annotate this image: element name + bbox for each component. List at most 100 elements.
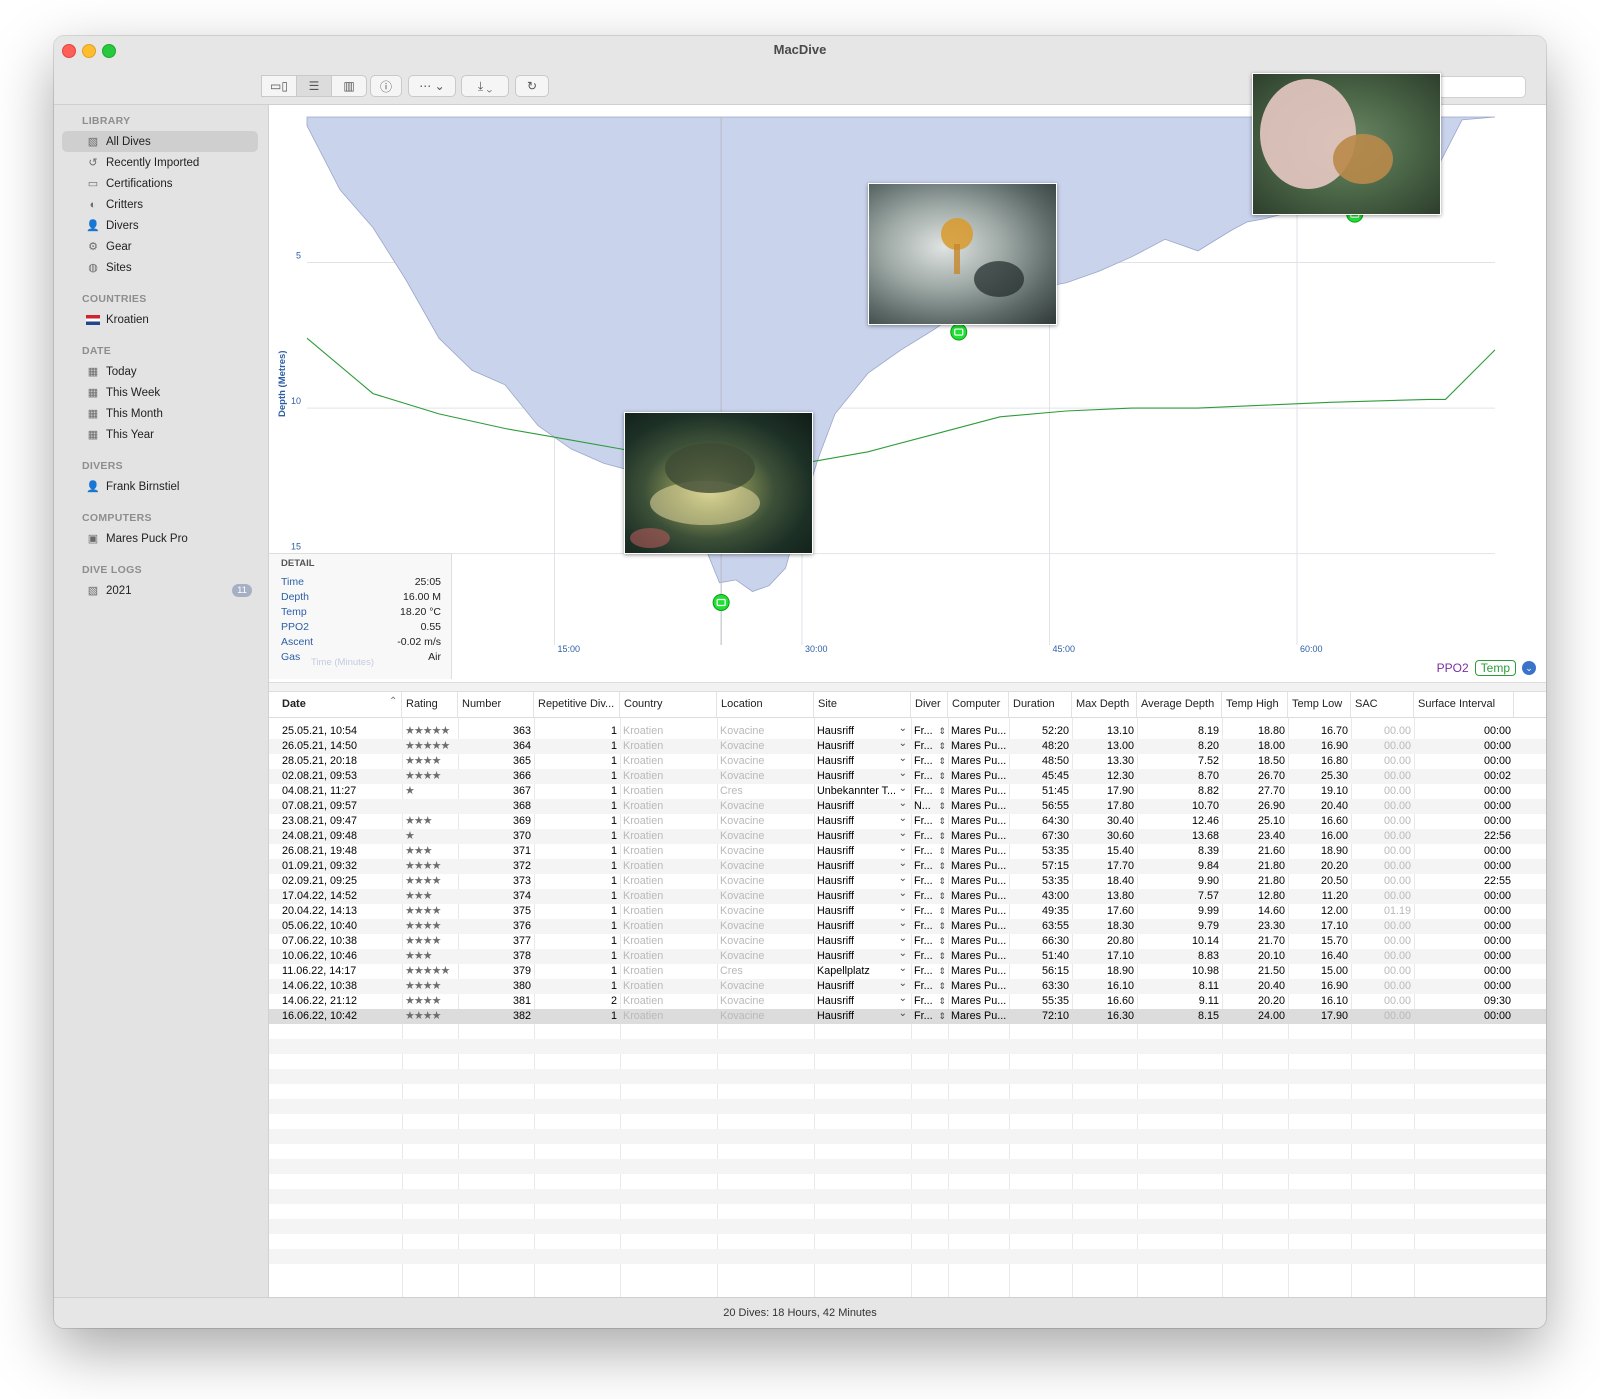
more-menu-button[interactable]: ⋯ ⌄ — [408, 75, 456, 97]
cell-diver[interactable]: Fr... ⇕ — [911, 874, 948, 889]
cell-site[interactable]: Hausriff ⌄ — [814, 754, 911, 769]
cell-diver[interactable]: Fr... ⇕ — [911, 784, 948, 799]
cell-diver[interactable]: Fr... ⇕ — [911, 859, 948, 874]
view-list-button[interactable]: ☰ — [296, 75, 331, 97]
column-header-country[interactable]: Country — [620, 691, 717, 717]
sidebar-item-today[interactable]: ▦ Today — [62, 361, 258, 382]
table-row[interactable]: 14.06.22, 10:38 ★★★★ 380 1 Kroatien Kovacine H… — [269, 979, 1546, 994]
column-header-temp-low[interactable]: Temp Low — [1288, 691, 1351, 717]
cell-diver[interactable]: Fr... ⇕ — [911, 994, 948, 1009]
cell-diver[interactable]: Fr... ⇕ — [911, 814, 948, 829]
dive-profile-chart[interactable]: 5 10 15 15:00 30:00 45:00 60:00 Depth (Metres) — [269, 73, 1546, 682]
table-row[interactable]: 23.08.21, 09:47 ★★★ 369 1 Kroatien Kovacine Ha… — [269, 814, 1546, 829]
dive-photo-tubeworm[interactable] — [868, 183, 1057, 325]
column-header-computer[interactable]: Computer — [948, 691, 1009, 717]
cell-site[interactable]: Kapellplatz ⌄ — [814, 964, 911, 979]
table-row[interactable]: 26.05.21, 14:50 ★★★★★ 364 1 Kroatien Kovacine… — [269, 739, 1546, 754]
column-header-rating[interactable]: Rating — [402, 691, 458, 717]
sidebar-item-gear[interactable]: ⚙ Gear — [62, 236, 258, 257]
cell-diver[interactable]: Fr... ⇕ — [911, 844, 948, 859]
view-chart-button[interactable]: ▥ — [331, 75, 367, 97]
table-row[interactable]: 01.09.21, 09:32 ★★★★ 372 1 Kroatien Kovacine H… — [269, 859, 1546, 874]
table-row[interactable]: 02.08.21, 09:53 ★★★★ 366 1 Kroatien Kovacine H… — [269, 769, 1546, 784]
column-header-max-depth[interactable]: Max Depth — [1072, 691, 1137, 717]
cell-diver[interactable]: Fr... ⇕ — [911, 769, 948, 784]
chart-options-button[interactable]: ⌄ — [1522, 661, 1536, 675]
cell-site[interactable]: Hausriff ⌄ — [814, 769, 911, 784]
sidebar-item-recently-imported[interactable]: ↺ Recently Imported — [62, 152, 258, 173]
table-row[interactable]: 17.04.22, 14:52 ★★★ 374 1 Kroatien Kovacine Ha… — [269, 889, 1546, 904]
table-row[interactable]: 11.06.22, 14:17 ★★★★★ 379 1 Kroatien Cres Kape… — [269, 964, 1546, 979]
legend-temp[interactable]: Temp — [1474, 660, 1516, 676]
cell-site[interactable]: Unbekannter T... ⌄ — [814, 784, 911, 799]
cell-site[interactable]: Hausriff ⌄ — [814, 949, 911, 964]
table-row[interactable]: 16.06.22, 10:42 ★★★★ 382 1 Kroatien Kovacine H… — [269, 1009, 1546, 1024]
column-header-diver[interactable]: Diver — [911, 691, 948, 717]
cell-diver[interactable]: Fr... ⇕ — [911, 1009, 948, 1024]
camera-marker-icon[interactable] — [950, 323, 968, 341]
column-header-location[interactable]: Location — [717, 691, 814, 717]
sidebar-item-2021[interactable]: ▧ 2021 11 — [62, 580, 258, 601]
sync-button[interactable]: ↻ — [515, 75, 549, 97]
table-row[interactable]: 20.04.22, 14:13 ★★★★ 375 1 Kroatien Kovacine H… — [269, 904, 1546, 919]
view-cards-button[interactable]: ▭▯ — [261, 75, 296, 97]
cell-site[interactable]: Hausriff ⌄ — [814, 739, 911, 754]
cell-diver[interactable]: Fr... ⇕ — [911, 739, 948, 754]
camera-marker-icon[interactable] — [712, 593, 730, 611]
cell-site[interactable]: Hausriff ⌄ — [814, 844, 911, 859]
table-row[interactable]: 26.08.21, 19:48 ★★★ 371 1 Kroatien Kovacine Ha… — [269, 844, 1546, 859]
table-row[interactable]: 04.08.21, 11:27 ★ 367 1 Kroatien Cres Unbekann… — [269, 784, 1546, 799]
legend-ppo2[interactable]: PPO2 — [1437, 661, 1469, 675]
sidebar-item-certifications[interactable]: ▭ Certifications — [62, 173, 258, 194]
cell-diver[interactable]: Fr... ⇕ — [911, 919, 948, 934]
cell-site[interactable]: Hausriff ⌄ — [814, 994, 911, 1009]
cell-diver[interactable]: Fr... ⇕ — [911, 904, 948, 919]
table-row[interactable]: 10.06.22, 10:46 ★★★ 378 1 Kroatien Kovacine Ha… — [269, 949, 1546, 964]
cell-site[interactable]: Hausriff ⌄ — [814, 799, 911, 814]
cell-diver[interactable]: Fr... ⇕ — [911, 949, 948, 964]
sidebar-item-divers[interactable]: 👤 Divers — [62, 215, 258, 236]
sidebar-item-frank-birnstiel[interactable]: 👤 Frank Birnstiel — [62, 476, 258, 497]
cell-site[interactable]: Hausriff ⌄ — [814, 724, 911, 739]
sidebar-item-this-month[interactable]: ▦ This Month — [62, 403, 258, 424]
table-row[interactable]: 02.09.21, 09:25 ★★★★ 373 1 Kroatien Kovacine H… — [269, 874, 1546, 889]
table-row[interactable]: 07.08.21, 09:57 368 1 Kroatien Kovacine Hausr… — [269, 799, 1546, 814]
sidebar-item-mares-puck-pro[interactable]: ▣ Mares Puck Pro — [62, 528, 258, 549]
table-row[interactable]: 28.05.21, 20:18 ★★★★ 365 1 Kroatien Kovacine H… — [269, 754, 1546, 769]
column-header-temp-high[interactable]: Temp High — [1222, 691, 1288, 717]
dives-table[interactable]: Date Rating Number Repetitive Div... Country… — [269, 691, 1546, 1298]
table-row[interactable]: 05.06.22, 10:40 ★★★★ 376 1 Kroatien Kovacine H… — [269, 919, 1546, 934]
sidebar-item-sites[interactable]: ◍ Sites — [62, 257, 258, 278]
cell-site[interactable]: Hausriff ⌄ — [814, 889, 911, 904]
column-header-average-depth[interactable]: Average Depth — [1137, 691, 1222, 717]
info-button[interactable]: ⓘ — [370, 75, 402, 97]
cell-site[interactable]: Hausriff ⌄ — [814, 1009, 911, 1024]
cell-diver[interactable]: Fr... ⇕ — [911, 964, 948, 979]
column-header-surface-interval[interactable]: Surface Interval — [1414, 691, 1514, 717]
column-header-site[interactable]: Site — [814, 691, 911, 717]
sidebar-item-all-dives[interactable]: ▧ All Dives — [62, 131, 258, 152]
table-row[interactable]: 25.05.21, 10:54 ★★★★★ 363 1 Kroatien Kovacine… — [269, 724, 1546, 739]
sidebar-item-this-week[interactable]: ▦ This Week — [62, 382, 258, 403]
cell-diver[interactable]: Fr... ⇕ — [911, 829, 948, 844]
cell-site[interactable]: Hausriff ⌄ — [814, 814, 911, 829]
table-row[interactable]: 24.08.21, 09:48 ★ 370 1 Kroatien Kovacine Haus… — [269, 829, 1546, 844]
column-header-number[interactable]: Number — [458, 691, 534, 717]
sidebar-item-kroatien[interactable]: Kroatien — [62, 309, 258, 330]
import-menu-button[interactable]: ⤓ ⌄ — [461, 75, 509, 97]
column-header-duration[interactable]: Duration — [1009, 691, 1072, 717]
sidebar-item-this-year[interactable]: ▦ This Year — [62, 424, 258, 445]
cell-diver[interactable]: Fr... ⇕ — [911, 934, 948, 949]
cell-site[interactable]: Hausriff ⌄ — [814, 859, 911, 874]
cell-site[interactable]: Hausriff ⌄ — [814, 874, 911, 889]
column-header-date[interactable]: Date — [269, 691, 402, 717]
cell-diver[interactable]: Fr... ⇕ — [911, 754, 948, 769]
cell-diver[interactable]: Fr... ⇕ — [911, 889, 948, 904]
cell-site[interactable]: Hausriff ⌄ — [814, 934, 911, 949]
cell-diver[interactable]: Fr... ⇕ — [911, 979, 948, 994]
cell-site[interactable]: Hausriff ⌄ — [814, 919, 911, 934]
table-row[interactable]: 07.06.22, 10:38 ★★★★ 377 1 Kroatien Kovacine H… — [269, 934, 1546, 949]
table-row[interactable]: 14.06.22, 21:12 ★★★★ 381 2 Kroatien Kovacine H… — [269, 994, 1546, 1009]
cell-site[interactable]: Hausriff ⌄ — [814, 979, 911, 994]
dive-photo-lobster[interactable] — [624, 412, 813, 554]
